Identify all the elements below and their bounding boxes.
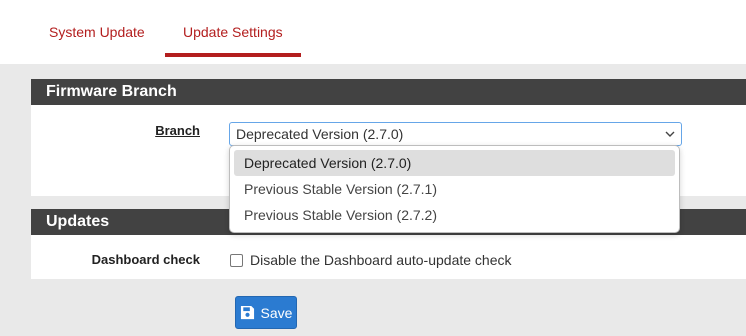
tab-update-settings[interactable]: Update Settings [183,24,283,40]
active-tab-indicator [165,53,301,57]
save-button[interactable]: Save [235,296,297,329]
branch-label: Branch [155,123,200,138]
dashboard-checkbox[interactable] [230,253,243,267]
dashboard-check-label: Dashboard check [91,252,200,267]
branch-option-stable-272[interactable]: Previous Stable Version (2.7.2) [234,202,675,228]
tab-bar: System Update Update Settings [0,0,746,64]
branch-select-value: Deprecated Version (2.7.0) [236,126,404,142]
tab-system-update[interactable]: System Update [49,24,145,40]
branch-option-stable-271[interactable]: Previous Stable Version (2.7.1) [234,176,675,202]
save-icon [240,305,254,320]
dashboard-checkbox-label: Disable the Dashboard auto-update check [250,252,512,268]
save-button-label: Save [260,304,293,321]
branch-option-deprecated-270[interactable]: Deprecated Version (2.7.0) [234,150,675,176]
dashboard-check-option[interactable]: Disable the Dashboard auto-update check [230,252,512,268]
branch-select[interactable]: Deprecated Version (2.7.0) [229,122,682,146]
branch-dropdown-menu: Deprecated Version (2.7.0) Previous Stab… [229,145,680,233]
firmware-branch-header: Firmware Branch [31,79,746,105]
